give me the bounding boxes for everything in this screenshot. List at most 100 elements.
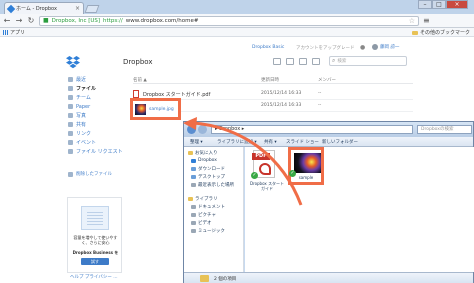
deleted-files-label: 削除したファイル <box>76 172 112 177</box>
sidebar-item-file-requests[interactable]: ファイル リクエスト <box>68 147 123 156</box>
paper-icon <box>68 104 73 109</box>
browser-tab[interactable]: ホーム - Dropbox × <box>4 2 84 14</box>
nav-downloads[interactable]: ダウンロード <box>191 166 225 172</box>
sidebar-item-label: ファイル リクエスト <box>76 149 123 155</box>
nav-label: ドキュメント <box>198 205 225 210</box>
share-icon <box>68 122 73 127</box>
more-actions-icon[interactable] <box>312 58 320 65</box>
back-button[interactable]: ← <box>3 16 11 25</box>
bookmarks-bar: アプリ その他のブックマーク <box>0 28 474 37</box>
address-bar[interactable]: ■ Dropbox, Inc [US] https:// www.dropbox… <box>39 15 419 26</box>
file-name[interactable]: Dropbox スタートガイド.pdf <box>143 91 210 98</box>
explorer-back-button[interactable] <box>187 125 196 134</box>
window-controls: – □ × <box>418 0 468 10</box>
sample-file-highlight[interactable]: sample.jpg <box>130 98 181 120</box>
lock-icon: ■ <box>43 17 49 24</box>
browser-menu-icon[interactable]: ≡ <box>423 16 430 25</box>
explorer-address-bar[interactable]: ▸ Dropbox ▸ <box>211 125 413 134</box>
shared-folder-icon[interactable] <box>299 58 307 65</box>
recent-places-icon <box>191 183 196 187</box>
tab-close-icon[interactable]: × <box>75 5 80 12</box>
file-members: -- <box>318 103 322 108</box>
share-button[interactable]: 共有 ▾ <box>264 139 277 145</box>
file-name[interactable]: sample.jpg <box>149 107 174 112</box>
site-identity[interactable]: Dropbox, Inc [US] <box>52 18 100 24</box>
nav-label: ダウンロード <box>198 167 225 172</box>
close-window-button[interactable]: × <box>446 0 468 9</box>
maximize-button[interactable]: □ <box>432 0 446 9</box>
upgrade-account-link[interactable]: アカウントをアップグレード <box>296 45 355 51</box>
explorer-forward-button[interactable] <box>198 125 207 134</box>
column-name[interactable]: 名前 ▲ <box>133 77 147 83</box>
nav-libraries[interactable]: ライブラリ <box>188 196 218 202</box>
explorer-window: ▸ Dropbox ▸ Dropboxの検索 整理 ▾ ライブラリに追加 ▾ 共… <box>183 121 474 283</box>
upload-icon[interactable] <box>273 58 281 65</box>
sidebar-item-events[interactable]: イベント <box>68 138 123 147</box>
item-count: 2 個の項目 <box>214 277 237 282</box>
sample-file-item[interactable]: ✓ sample <box>288 147 324 185</box>
basic-plan-link[interactable]: Dropbox Basic <box>252 45 284 50</box>
synced-check-icon: ✓ <box>251 172 258 179</box>
events-icon <box>68 140 73 145</box>
slideshow-button[interactable]: スライド ショー <box>286 139 319 145</box>
column-modified[interactable]: 更新日時 <box>261 77 279 83</box>
link-icon <box>68 131 73 136</box>
url-text: www.dropbox.com/home# <box>125 17 199 24</box>
dropbox-favicon <box>6 4 16 13</box>
documents-icon <box>191 205 196 209</box>
file-list-header: 名前 ▲ 更新日時 メンバー <box>133 76 413 84</box>
nav-desktop[interactable]: デスクトップ <box>191 174 225 180</box>
sidebar-item-label: リンク <box>76 131 92 137</box>
sidebar-item-photos[interactable]: 写真 <box>68 111 123 120</box>
add-to-library-button[interactable]: ライブラリに追加 ▾ <box>217 139 257 145</box>
nav-favorites[interactable]: お気に入り <box>188 150 218 156</box>
sidebar-item-links[interactable]: リンク <box>68 129 123 138</box>
user-menu[interactable]: 藤岡 諒一 <box>372 44 399 50</box>
explorer-search-input[interactable]: Dropboxの検索 <box>417 125 472 134</box>
apps-bookmark[interactable]: アプリ <box>3 29 25 36</box>
photos-icon <box>68 113 73 118</box>
deleted-files-link[interactable]: 削除したファイル <box>68 171 112 177</box>
acrobat-logo-icon <box>259 163 271 175</box>
avatar <box>372 44 378 50</box>
tab-title: ホーム - Dropbox <box>16 6 57 12</box>
apps-label: アプリ <box>10 29 26 36</box>
search-input[interactable]: ⌕ 検索 <box>329 56 407 66</box>
trash-icon <box>68 171 73 177</box>
try-business-button[interactable]: 試す <box>81 258 109 265</box>
explorer-command-bar: 整理 ▾ ライブラリに追加 ▾ 共有 ▾ スライド ショー 新しいフォルダー <box>184 137 473 147</box>
organize-button[interactable]: 整理 ▾ <box>190 139 203 145</box>
nav-dropbox[interactable]: Dropbox <box>191 158 217 163</box>
nav-pictures[interactable]: ピクチャ <box>191 212 216 218</box>
nav-label: Dropbox <box>198 158 217 163</box>
file-request-icon <box>68 149 73 154</box>
sidebar-item-team[interactable]: チーム <box>68 93 123 102</box>
business-promo-card: 容量を増やして使いやすく、さらに安心 Dropbox Business を 試す <box>67 197 122 273</box>
clock-icon <box>68 77 73 82</box>
sidebar-item-label: Paper <box>76 103 91 110</box>
other-bookmarks[interactable]: その他のブックマーク <box>411 29 470 36</box>
minimize-button[interactable]: – <box>418 0 432 9</box>
sidebar-item-recent[interactable]: 最近 <box>68 75 123 84</box>
new-folder-icon[interactable] <box>286 58 294 65</box>
column-members[interactable]: メンバー <box>318 77 336 83</box>
forward-button[interactable]: → <box>15 16 23 25</box>
promo-title: Dropbox Business を <box>72 250 119 255</box>
sidebar-item-label: 写真 <box>76 113 87 119</box>
nav-recent-places[interactable]: 最近表示した場所 <box>191 182 234 188</box>
nav-label: ビデオ <box>198 221 212 226</box>
dropbox-logo-icon[interactable] <box>66 56 80 69</box>
sidebar-item-sharing[interactable]: 共有 <box>68 120 123 129</box>
reload-button[interactable]: ↻ <box>27 16 35 25</box>
sidebar-item-files[interactable]: ファイル <box>68 84 123 93</box>
new-folder-button[interactable]: 新しいフォルダー <box>322 139 358 145</box>
page-title: Dropbox <box>123 58 153 66</box>
footer-links[interactable]: ヘルプ プライバシー ... <box>70 274 118 280</box>
bookmark-star-icon[interactable]: ☆ <box>409 17 415 25</box>
sidebar-item-paper[interactable]: Paper <box>68 102 123 111</box>
notification-bell-icon[interactable]: ● <box>360 44 365 51</box>
nav-music[interactable]: ミュージック <box>191 228 225 234</box>
pictures-icon <box>191 213 196 217</box>
nav-videos[interactable]: ビデオ <box>191 220 212 226</box>
nav-documents[interactable]: ドキュメント <box>191 204 225 210</box>
